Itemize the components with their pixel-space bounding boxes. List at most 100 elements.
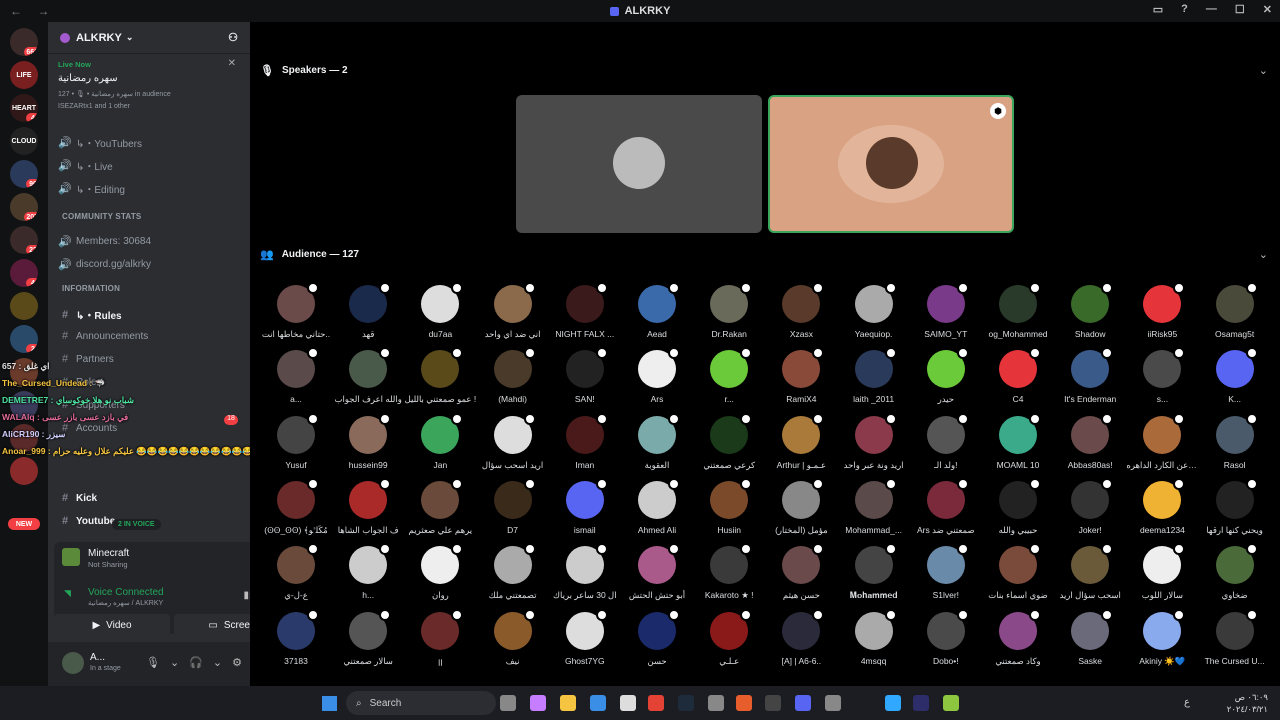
server-icon[interactable]: LIFE <box>10 61 38 89</box>
audience-member[interactable]: حسن هيثم <box>765 543 837 608</box>
audience-member[interactable]: Osamag5t <box>1199 282 1271 347</box>
photoshop-icon[interactable] <box>885 695 901 711</box>
audience-member[interactable]: SAIMO_YT <box>910 282 982 347</box>
audience-member[interactable]: RamiX4 <box>765 347 837 412</box>
audience-member[interactable]: 37183 <box>260 608 332 674</box>
audience-member[interactable]: Saske <box>1054 608 1126 674</box>
audience-member[interactable]: ismail <box>549 477 621 543</box>
audience-member[interactable]: Mohammad_... <box>838 477 910 543</box>
text-channel[interactable]: # Announcements <box>58 330 148 342</box>
mic-icon[interactable]: 🎙 <box>146 656 160 669</box>
audience-member[interactable]: (ꙨꙨ_ꙨꙨ) ﴾ﻣُﻜَﻠﱠﻮ <box>260 477 332 543</box>
audience-member[interactable]: اريد ونة عبر واحد <box>838 412 910 478</box>
audience-member[interactable]: C4 <box>982 347 1054 412</box>
audience-member[interactable]: Yusuf <box>260 412 332 478</box>
audience-member[interactable]: ويحني كنها ارقها <box>1199 477 1271 543</box>
audience-member[interactable]: العقوبة <box>621 412 693 478</box>
audience-member[interactable]: ال 30 ساعر برياك <box>549 543 621 608</box>
guild-header[interactable]: ALKRKY ⌄ ⚇ <box>48 22 250 54</box>
discord-icon[interactable] <box>795 695 811 711</box>
audience-member[interactable]: hussein99 <box>332 412 404 478</box>
audience-member[interactable]: MOAML 10 <box>982 412 1054 478</box>
audience-member[interactable]: Dr.Rakan <box>693 282 765 347</box>
inbox-icon[interactable]: ▭ <box>1153 3 1163 16</box>
copilot-icon[interactable] <box>530 695 546 711</box>
audience-member[interactable]: The Cursed U... <box>1199 608 1271 674</box>
minimize-icon[interactable]: — <box>1206 3 1217 16</box>
audience-member[interactable]: نيف <box>477 608 549 674</box>
capcut-icon[interactable] <box>765 695 781 711</box>
audience-member[interactable]: Kakaroto ★ ! <box>693 543 765 608</box>
task-view-icon[interactable] <box>500 695 516 711</box>
speaker-tile[interactable]: ⬢ <box>768 95 1014 233</box>
audience-member[interactable]: اني عن الكارد الداهره <box>1126 412 1198 478</box>
audience-member[interactable]: s... <box>1126 347 1198 412</box>
audience-member[interactable]: حتاني مخاطها انت.. <box>260 282 332 347</box>
category-community-stats[interactable]: COMMUNITY STATS <box>62 212 141 221</box>
audience-member[interactable]: ع-ل-ي <box>260 543 332 608</box>
audience-member[interactable]: روان <box>404 543 476 608</box>
clock[interactable]: ٠٦:٠٩ ص ٢٠٢٤/٠٣/٢١ <box>1227 691 1268 715</box>
store-icon[interactable] <box>620 695 636 711</box>
close-icon[interactable]: ✕ <box>1263 3 1272 16</box>
audience-member[interactable]: deema1234 <box>1126 477 1198 543</box>
audience-member[interactable]: عـلـي <box>693 608 765 674</box>
text-channel[interactable]: # ↳・Rules <box>58 307 122 323</box>
help-icon[interactable]: ? <box>1181 3 1188 16</box>
category-information[interactable]: INFORMATION <box>62 284 120 293</box>
audience-member[interactable]: Ghost7YG <box>549 608 621 674</box>
audience-member[interactable]: ضخاوي <box>1199 543 1271 608</box>
audience-member[interactable]: Arthur | عـمـو <box>765 412 837 478</box>
add-friend-icon[interactable]: ⚇ <box>228 31 238 44</box>
audience-member[interactable]: K... <box>1199 347 1271 412</box>
maximize-icon[interactable]: ☐ <box>1235 3 1245 16</box>
audience-member[interactable]: r... <box>693 347 765 412</box>
audience-member[interactable]: S1lver! <box>910 543 982 608</box>
server-icon[interactable]: 2 <box>10 325 38 353</box>
search-box[interactable]: ⌕ Search <box>346 691 496 715</box>
edge-icon[interactable] <box>590 695 606 711</box>
steam-icon[interactable] <box>678 695 694 711</box>
chevron-down-icon[interactable]: ⌄ <box>213 656 222 669</box>
voice-channel[interactable]: 🔊 ↳・Live <box>58 158 113 173</box>
voice-channel[interactable]: 🔊 ↳・Editing <box>58 181 125 196</box>
settings-icon[interactable] <box>708 695 724 711</box>
close-icon[interactable]: ✕ <box>228 58 236 69</box>
server-icon[interactable]: 4 <box>10 259 38 287</box>
audience-member[interactable]: Abbas80as! <box>1054 412 1126 478</box>
audience-member[interactable]: كرعي صمعتني <box>693 412 765 478</box>
audience-member[interactable]: D7 <box>477 477 549 543</box>
audience-member[interactable]: a... <box>260 347 332 412</box>
audience-member[interactable]: ꞁꞁ <box>404 608 476 674</box>
server-icon[interactable]: 207 <box>10 193 38 221</box>
audience-member[interactable]: ولد الـ! <box>910 412 982 478</box>
audience-member[interactable]: Joker! <box>1054 477 1126 543</box>
audience-member[interactable]: قهد <box>332 282 404 347</box>
stat-channel[interactable]: 🔊 Members: 30684 <box>58 235 151 248</box>
nav-arrows[interactable]: ← → <box>10 4 55 18</box>
audience-member[interactable]: اريد اسحب سؤال <box>477 412 549 478</box>
audience-member[interactable]: سالار صمعتني <box>332 608 404 674</box>
audience-member[interactable]: du7aa <box>404 282 476 347</box>
audience-member[interactable]: iiRisk95 <box>1126 282 1198 347</box>
audience-member[interactable]: Rasol <box>1199 412 1271 478</box>
server-icon[interactable]: 661 <box>10 28 38 56</box>
stat-channel[interactable]: 🔊 discord.gg/alkrky <box>58 258 151 271</box>
gear-icon[interactable]: ⚙ <box>232 656 242 669</box>
language-indicator[interactable]: ع <box>1184 697 1190 708</box>
audience-member[interactable]: اني ضد اي واحد <box>477 282 549 347</box>
audience-member[interactable]: تصمعتني ملك <box>477 543 549 608</box>
audience-member[interactable]: يرهم علي صعثريم <box>404 477 476 543</box>
brave-icon[interactable] <box>736 695 752 711</box>
audience-member[interactable]: Ars <box>621 347 693 412</box>
server-icon[interactable] <box>10 292 38 320</box>
audience-member[interactable]: Xzasx <box>765 282 837 347</box>
audience-member[interactable]: حيدر <box>910 347 982 412</box>
server-icon[interactable]: 22 <box>10 226 38 254</box>
collapse-icon[interactable]: ⌄ <box>1259 64 1268 77</box>
audience-member[interactable]: Husiin <box>693 477 765 543</box>
voice-channel[interactable]: 🔊 ↳・YouTubers <box>58 135 142 150</box>
audience-member[interactable]: Yaequiop. <box>838 282 910 347</box>
avatar[interactable] <box>62 652 84 674</box>
live-stage-card[interactable]: Live Now سهره رمضانية سهره رمضانية • 🎙 •… <box>58 58 244 110</box>
